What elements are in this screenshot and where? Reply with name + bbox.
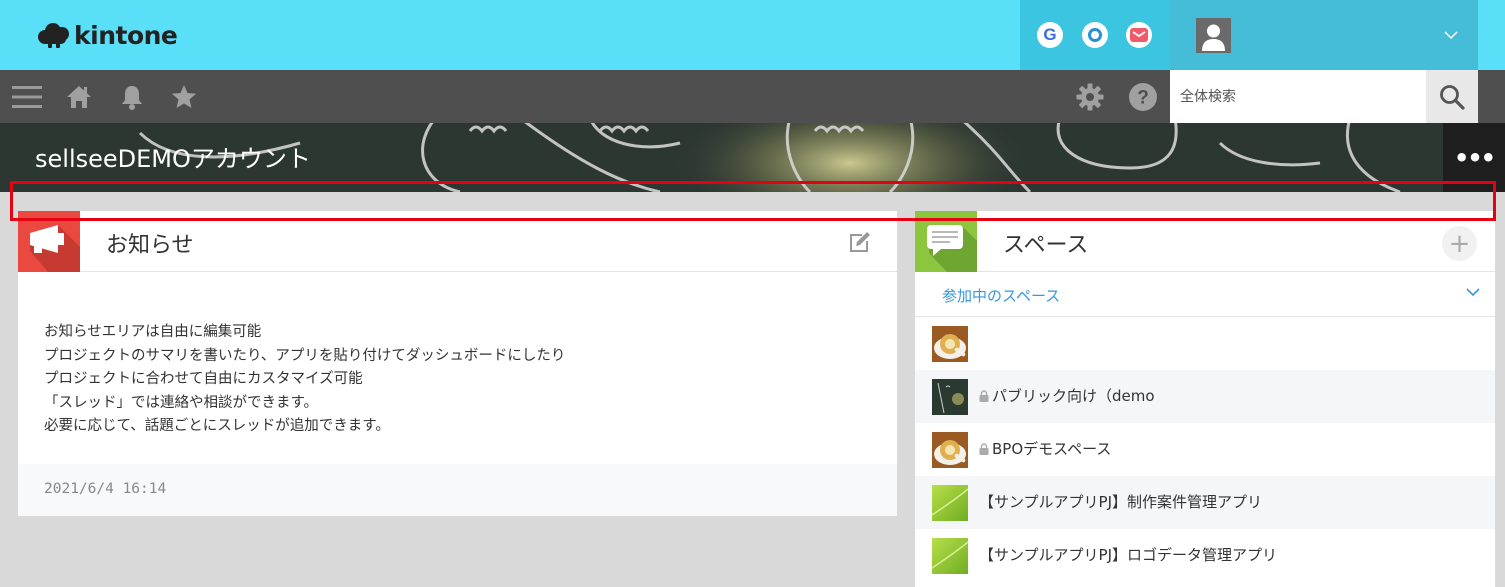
notice-body: お知らせエリアは自由に編集可能 プロジェクトのサマリを書いたり、アプリを貼り付け… — [44, 321, 565, 439]
space-item-name: 【サンプルアプリPJ】ロゴデータ管理アプリ — [979, 546, 1278, 564]
space-item[interactable] — [915, 317, 1495, 370]
bell-icon[interactable] — [116, 81, 148, 113]
app-shortcuts: G — [1020, 0, 1170, 70]
google-app-icon[interactable]: G — [1037, 22, 1063, 48]
chevron-down-icon — [1444, 31, 1458, 40]
google-glyph: G — [1043, 25, 1057, 44]
space-item-name-wrap: BPOデモスペース — [979, 438, 1111, 459]
space-item[interactable]: 【サンプルアプリPJ】ロゴデータ管理アプリ — [915, 529, 1495, 582]
notice-card: お知らせ お知らせエリアは自由に編集可能 プロジェクトのサマリを書いたり、アプリ… — [18, 211, 897, 516]
space-item-name: 【サンプルアプリPJ】制作案件管理アプリ — [979, 493, 1263, 511]
green-thumbnail — [932, 538, 968, 574]
space-item-name: パブリック向け（demo — [992, 387, 1155, 405]
joined-spaces-label: 参加中のスペース — [942, 287, 1061, 305]
add-space-button[interactable]: + — [1442, 226, 1477, 261]
kintone-logo[interactable]: kintone — [38, 18, 178, 52]
logo-text: kintone — [74, 20, 178, 50]
space-item-name: BPOデモスペース — [992, 440, 1112, 458]
space-item[interactable]: パブリック向け（demo — [915, 370, 1495, 423]
mail-app-icon[interactable] — [1126, 22, 1152, 48]
notice-footer: 2021/6/4 16:14 — [18, 464, 897, 516]
cloud-logo-icon — [38, 22, 70, 48]
ellipsis-icon: ••• — [1453, 143, 1496, 172]
search-icon — [1440, 84, 1465, 110]
envelope-icon — [1130, 28, 1148, 42]
cybozu-app-icon[interactable] — [1082, 22, 1108, 48]
lock-icon — [979, 389, 989, 402]
gear-icon[interactable] — [1074, 81, 1106, 113]
ring-icon — [1088, 28, 1102, 42]
space-title: sellseeDEMOアカウント — [35, 145, 311, 173]
pencil-edit-icon — [850, 232, 870, 252]
coffee-thumbnail — [932, 432, 968, 468]
plus-icon: + — [1448, 228, 1471, 259]
chevron-down-icon — [1466, 288, 1480, 297]
notice-line: プロジェクトのサマリを書いたり、アプリを貼り付けてダッシュボードにしたり — [44, 347, 566, 364]
lock-icon — [979, 442, 989, 455]
notice-line: お知らせエリアは自由に編集可能 — [44, 324, 262, 340]
global-nav: ? — [0, 70, 1505, 123]
joined-spaces-tab[interactable]: 参加中のスペース — [915, 273, 1495, 317]
notice-line: 必要に応じて、話題ごとにスレッドが追加できます。 — [44, 418, 390, 434]
global-search-input[interactable] — [1170, 70, 1426, 123]
coffee-thumbnail — [932, 326, 968, 362]
user-menu[interactable] — [1170, 0, 1478, 70]
user-silhouette-icon — [1202, 24, 1225, 51]
space-item[interactable]: BPOデモスペース — [915, 423, 1495, 476]
green-thumbnail — [932, 485, 968, 521]
space-item-name-wrap: パブリック向け（demo — [979, 385, 1155, 406]
notice-title: お知らせ — [106, 233, 194, 258]
space-list: パブリック向け（demo BPOデモスペース 【サンプルアプリPJ】制作案件管理… — [915, 317, 1495, 582]
space-card-title: スペース — [1003, 233, 1089, 258]
notice-line: プロジェクトに合わせて自由にカスタマイズ可能 — [44, 371, 363, 387]
highlight-box — [10, 181, 1496, 221]
menu-icon[interactable] — [11, 81, 43, 113]
svg-text:?: ? — [1137, 88, 1149, 109]
space-card: スペース + 参加中のスペース パブリック向け（demo BPOデモスペース 【… — [915, 211, 1495, 587]
top-header: kintone G — [0, 0, 1505, 70]
edit-notice-button[interactable] — [846, 228, 874, 256]
help-icon[interactable]: ? — [1127, 81, 1159, 113]
notice-date: 2021/6/4 16:14 — [44, 481, 167, 497]
home-icon[interactable] — [63, 81, 95, 113]
dark-thumbnail — [932, 379, 968, 415]
search-button[interactable] — [1426, 70, 1478, 123]
avatar — [1196, 18, 1231, 53]
star-icon[interactable] — [168, 81, 200, 113]
notice-line: 「スレッド」では連絡や相談ができます。 — [44, 394, 319, 411]
space-item[interactable]: 【サンプルアプリPJ】制作案件管理アプリ — [915, 476, 1495, 529]
